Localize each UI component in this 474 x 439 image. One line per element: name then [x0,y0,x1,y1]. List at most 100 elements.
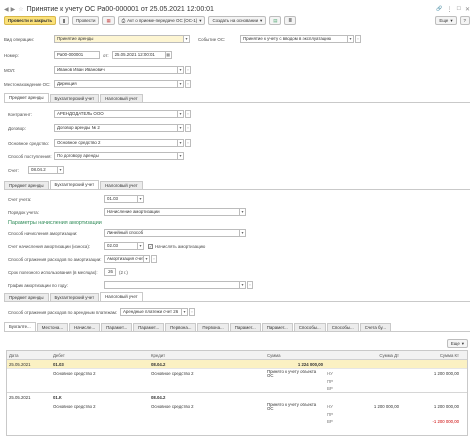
acc-account-field[interactable]: 01.03 [104,195,138,203]
counterparty-field[interactable]: АРЕНДОДАТЕЛЬ ООО [54,110,178,118]
more-button[interactable]: Еще ▾ [435,16,457,25]
tab-accounting[interactable]: Бухгалтерский учет [49,94,100,102]
open-icon[interactable]: ▫ [185,110,191,118]
method-field[interactable]: Линейный способ [104,229,240,237]
tab-bottom-0[interactable]: Бухгалте... [4,322,36,331]
operation-field[interactable]: Принятие аренды [54,35,184,43]
more-menu-icon[interactable]: ⋮ [446,6,452,13]
chevron-down-icon[interactable]: ▾ [178,66,184,74]
tab-bottom-4[interactable]: Парамет... [133,323,165,331]
open-icon[interactable]: ▫ [185,66,191,74]
amort-account-row: Счет начисления амортизации (износа): 02… [8,242,205,250]
chevron-down-icon[interactable]: ▾ [144,255,150,263]
report-icon: ▤ [273,18,278,23]
asset-field[interactable]: Основное средство 2 [54,139,178,147]
row-credit-sub: Основное средство 2 [151,371,194,376]
expense-field[interactable]: Амортизация счет 26 [104,255,144,263]
tab-accounting[interactable]: Бухгалтерский учет [49,293,100,301]
table-row[interactable]: 25.05.2021 01.К 08.04.2 Основное средств… [7,393,467,425]
post-and-close-button[interactable]: Провести и закрыть [4,16,57,25]
grid-more-button[interactable]: Еще ▾ [446,339,468,348]
window-title: Принятие к учету ОС Ра00-000001 от 25.05… [26,5,214,13]
chevron-down-icon[interactable]: ▾ [178,110,184,118]
amortization-params-title: Параметры начисления амортизации [8,220,102,226]
tab-bottom-3[interactable]: Парамет... [101,323,133,331]
list-button[interactable]: ≣ [284,16,297,25]
open-icon[interactable]: ▫ [355,35,361,43]
tab-tax[interactable]: Налоговый учет [100,94,143,102]
number-field[interactable]: Ра00-000001 [54,51,100,59]
chevron-down-icon[interactable]: ▾ [58,166,64,174]
link-icon[interactable]: 🔗 [436,6,442,12]
chevron-down-icon[interactable]: ▾ [178,152,184,160]
tab-tax[interactable]: Налоговый учет [100,292,143,301]
chevron-down-icon[interactable]: ▾ [348,35,354,43]
print-act-button[interactable]: ⎙ Акт о приеме-передаче ОС (ОС-1) ▾ [117,16,206,25]
location-field[interactable]: Дирекция [54,80,178,88]
open-icon[interactable]: ▫ [151,255,157,263]
chevron-down-icon[interactable]: ▾ [240,229,246,237]
acc-account-row: Счет учета: 01.03 ▾ [8,195,144,203]
row-kt: 1 200 000,00 [433,404,459,409]
life-field[interactable]: 26 [104,268,116,276]
col-amount: Сумма [267,352,281,358]
chevron-down-icon[interactable]: ▾ [240,281,246,289]
close-icon[interactable]: ✕ [465,6,470,13]
date-prefix: от: [103,52,109,58]
row-debit: 01.К [53,395,62,400]
report-button[interactable]: ▤ [269,16,282,25]
favorite-icon[interactable]: ☆ [18,6,23,13]
mol-field[interactable]: Иванов Иван Иванович [54,66,178,74]
open-icon[interactable]: ▫ [189,308,195,316]
chevron-down-icon[interactable]: ▾ [178,124,184,132]
chevron-down-icon[interactable]: ▾ [138,242,144,250]
accrue-checkbox[interactable]: ✓ [148,243,153,249]
contract-field[interactable]: Договор аренды № 2 [54,124,178,132]
nav-back-icon[interactable]: ◀ [4,6,9,13]
tab-bottom-9[interactable]: Способы... [293,323,326,331]
tab-bottom-11[interactable]: Счета бу... [359,323,391,331]
chevron-down-icon[interactable]: ▾ [178,139,184,147]
open-icon[interactable]: ▫ [247,281,253,289]
help-button[interactable]: ? [459,16,470,25]
open-icon[interactable]: ▫ [185,80,191,88]
tab-lease-subject[interactable]: Предмет аренды [4,293,49,301]
tab-bottom-5[interactable]: Первона... [165,323,197,331]
print-icon: ⎙ [121,18,126,23]
chevron-down-icon[interactable]: ▾ [178,80,184,88]
tab-lease-subject[interactable]: Предмет аренды [4,93,49,102]
chevron-down-icon[interactable]: ▾ [184,35,190,43]
tab-bottom-1[interactable]: Местона... [36,323,69,331]
lease-expense-field[interactable]: Арендные платежи счет 26 [120,308,182,316]
date-field[interactable]: 25.05.2021 12:00:01 [111,51,166,59]
tab-tax[interactable]: Налоговый учет [100,181,143,189]
event-field[interactable]: Принятие к учету с вводом в эксплуатацию [240,35,348,43]
calendar-icon[interactable]: ▦ [165,51,172,59]
tab-accounting[interactable]: Бухгалтерский учет [49,180,100,189]
save-button[interactable] [59,16,70,25]
lease-account-field[interactable]: 08.04.2 [28,166,58,174]
maximize-icon[interactable]: ☐ [456,6,460,12]
post-button[interactable]: Провести [72,16,100,25]
tab-bottom-2[interactable]: Начисле... [69,323,101,331]
schedule-field[interactable] [104,281,240,289]
tab-lease-subject[interactable]: Предмет аренды [4,181,49,189]
chevron-down-icon[interactable]: ▾ [138,195,144,203]
chevron-down-icon[interactable]: ▾ [240,208,246,216]
tab-bottom-8[interactable]: Парамет... [261,323,293,331]
tab-bottom-7[interactable]: Парамет... [229,323,261,331]
post-list-button[interactable]: ▦ [102,16,115,25]
nav-forward-icon[interactable]: ▶ [11,6,16,13]
open-icon[interactable]: ▫ [185,139,191,147]
amort-account-field[interactable]: 02.03 [104,242,138,250]
create-based-on-button[interactable]: Создать на основании ▾ [208,16,267,25]
row-credit-sub: Основное средство 2 [151,404,194,409]
receipt-field[interactable]: По договору аренды [54,152,178,160]
tab-bottom-6[interactable]: Первона... [197,323,229,331]
procedure-field[interactable]: Начисление амортизации [104,208,240,216]
chevron-down-icon[interactable]: ▾ [182,308,188,316]
row-kt: 1 200 000,00 [433,371,459,376]
open-icon[interactable]: ▫ [185,124,191,132]
table-row[interactable]: 25.05.2021 01.03 08.04.2 1 224 000,00 Ос… [7,360,467,393]
tab-bottom-10[interactable]: Способы... [326,323,359,331]
